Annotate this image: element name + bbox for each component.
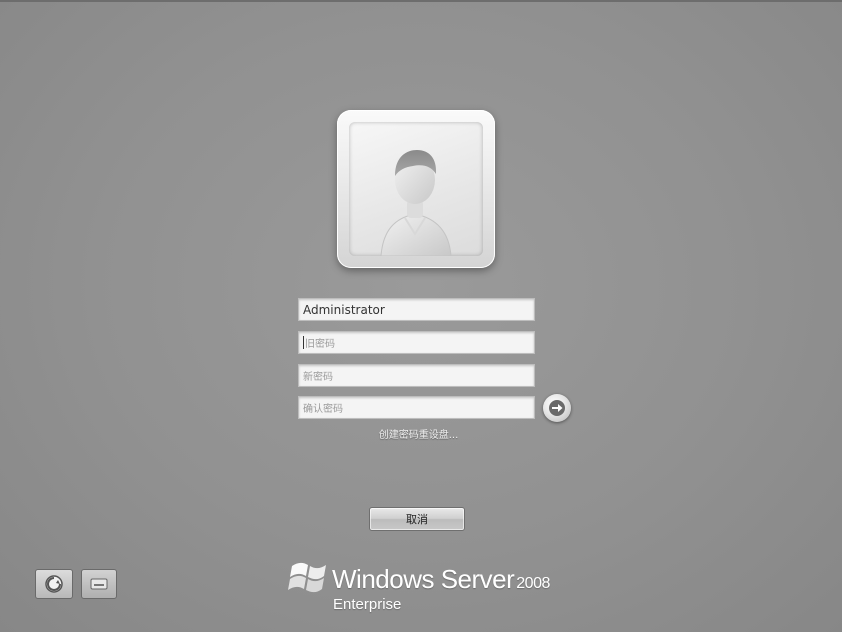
new-password-field[interactable]: 新密码 (298, 364, 535, 387)
arrow-right-icon (549, 400, 565, 416)
cancel-button[interactable]: 取消 (369, 507, 465, 531)
ease-of-access-button[interactable] (35, 569, 73, 599)
user-silhouette-icon (380, 150, 452, 256)
create-reset-disk-link[interactable]: 创建密码重设盘... (300, 426, 537, 441)
submit-button[interactable] (543, 394, 571, 422)
confirm-password-placeholder: 确认密码 (303, 404, 343, 415)
top-border (0, 0, 842, 2)
product-version: 2008 (516, 575, 550, 592)
product-edition: Enterprise (333, 596, 402, 613)
user-avatar-tile (337, 110, 495, 268)
windows-flag-icon (288, 562, 326, 593)
product-name-text: Windows Server (332, 564, 515, 594)
keyboard-button[interactable] (81, 569, 117, 599)
old-password-field[interactable]: 旧密码 (298, 331, 535, 354)
old-password-placeholder: 旧密码 (305, 339, 335, 350)
product-name: Windows Server 2008 (332, 564, 550, 595)
username-field[interactable]: Administrator (298, 298, 535, 321)
keyboard-icon (90, 578, 108, 590)
text-caret (303, 336, 304, 349)
confirm-password-field[interactable]: 确认密码 (298, 396, 535, 419)
cancel-button-label: 取消 (406, 513, 428, 526)
user-avatar (349, 122, 483, 256)
new-password-placeholder: 新密码 (303, 372, 333, 383)
logon-screen: Administrator 旧密码 新密码 确认密码 创建密码重设盘... 取消 (0, 0, 842, 632)
ease-of-access-icon (45, 575, 63, 593)
windows-server-logo: Windows Server 2008 Enterprise (288, 556, 578, 618)
username-value: Administrator (303, 302, 385, 317)
